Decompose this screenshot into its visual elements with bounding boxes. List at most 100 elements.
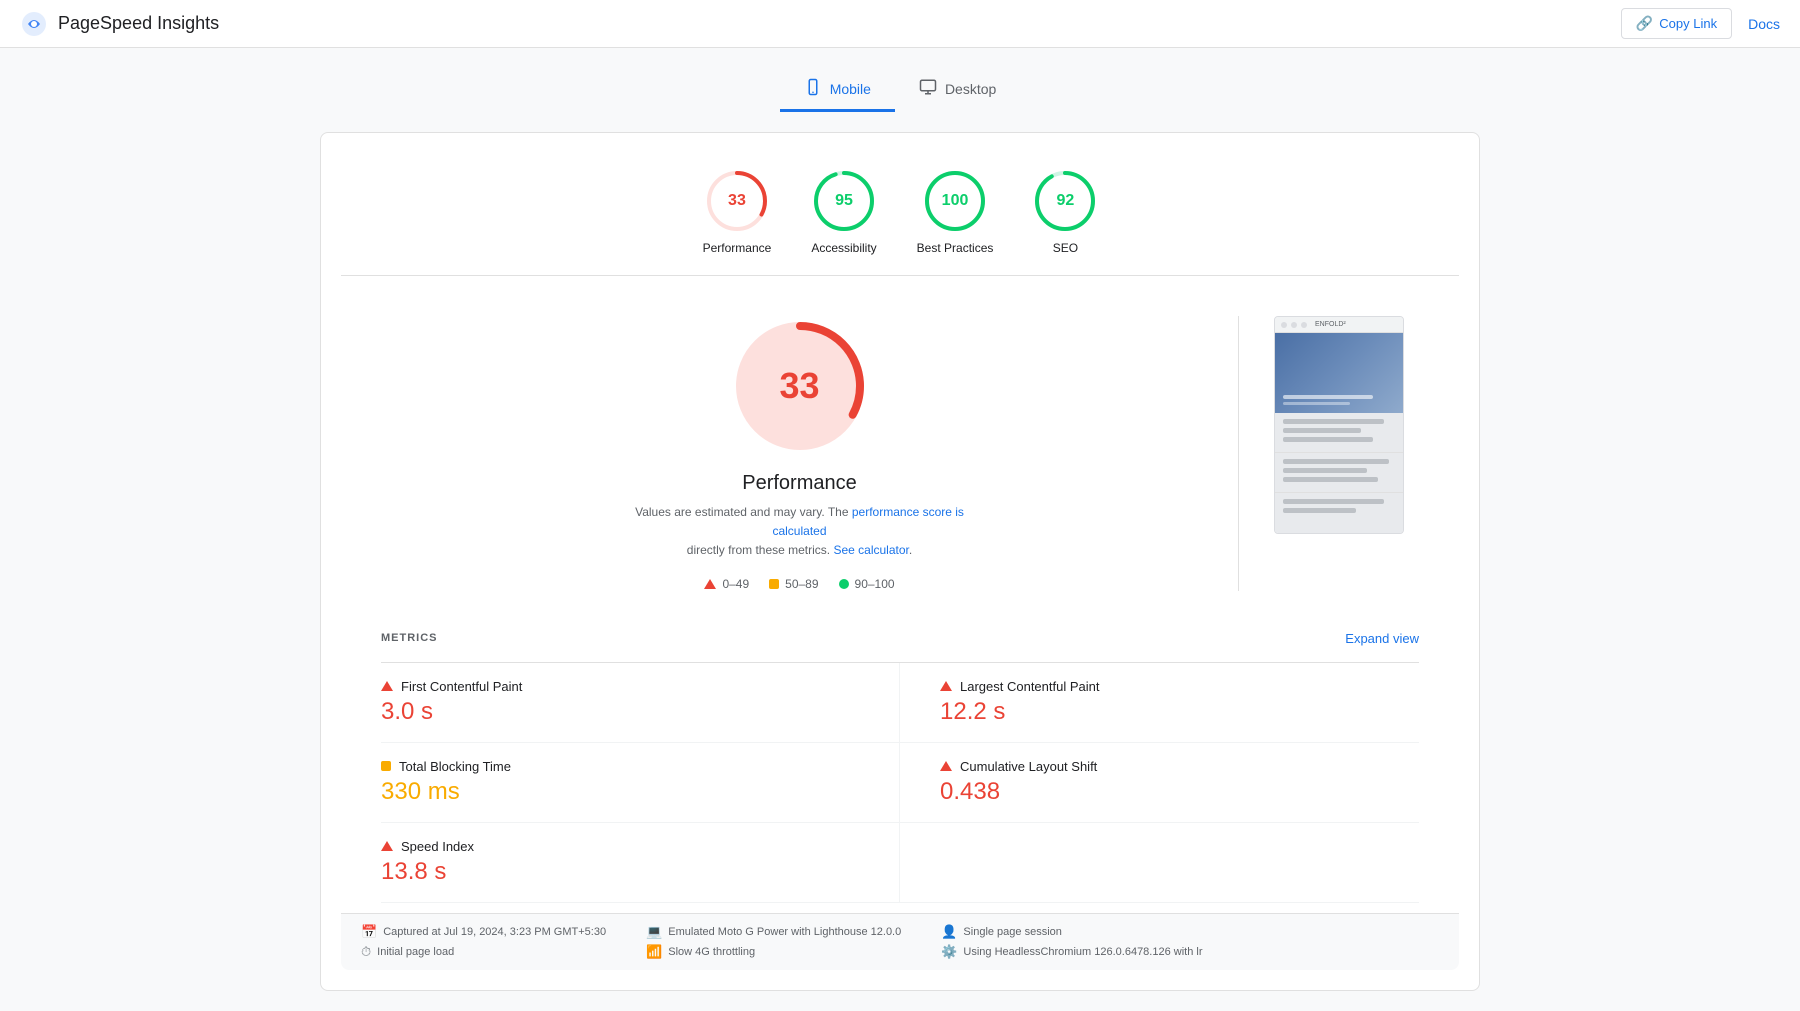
cls-value: 0.438 — [940, 778, 1419, 806]
tbt-value: 330 ms — [381, 778, 859, 806]
throttling-text: Slow 4G throttling — [668, 946, 755, 958]
best-practices-label: Best Practices — [917, 241, 994, 255]
performance-main: 33 Performance Values are estimated and … — [341, 296, 1459, 611]
section-divider — [1238, 316, 1239, 591]
info-col-capture: 📅 Captured at Jul 19, 2024, 3:23 PM GMT+… — [361, 924, 606, 960]
desktop-icon — [919, 78, 937, 99]
pass-icon — [839, 579, 849, 589]
performance-section-title: Performance — [742, 472, 857, 495]
metric-cls: Cumulative Layout Shift 0.438 — [900, 743, 1419, 823]
screenshot-container: ENFOLD² — [1259, 316, 1419, 591]
calendar-icon: 📅 — [361, 924, 377, 940]
fcp-indicator — [381, 681, 393, 691]
main-card: 33 Performance 95 Accessibility — [320, 132, 1480, 991]
thumb-line-2 — [1283, 428, 1361, 433]
fcp-name: First Contentful Paint — [401, 679, 522, 694]
device-text: Emulated Moto G Power with Lighthouse 12… — [668, 926, 901, 938]
tab-desktop-label: Desktop — [945, 81, 996, 97]
thumb-line-7 — [1283, 499, 1384, 504]
pagespeed-logo-icon — [20, 10, 48, 38]
pass-range: 90–100 — [855, 577, 895, 591]
main-content: Mobile Desktop 33 Performance — [300, 48, 1500, 1011]
page-load-text: Initial page load — [377, 946, 454, 958]
score-legend: 0–49 50–89 90–100 — [704, 577, 894, 591]
thumb-section-3 — [1275, 492, 1403, 523]
fail-icon — [704, 579, 716, 589]
copy-link-button[interactable]: 🔗 Copy Link — [1621, 8, 1732, 39]
score-item-performance[interactable]: 33 Performance — [703, 169, 772, 255]
info-col-session: 👤 Single page session ⚙️ Using HeadlessC… — [941, 924, 1202, 960]
session-text: Single page session — [963, 926, 1061, 938]
clock-icon: ⏱ — [361, 944, 371, 960]
seo-score: 92 — [1056, 192, 1074, 210]
metrics-header: METRICS Expand view — [381, 631, 1419, 646]
header-left: PageSpeed Insights — [20, 10, 219, 38]
accessibility-label: Accessibility — [811, 241, 876, 255]
accessibility-score: 95 — [835, 192, 853, 210]
docs-link[interactable]: Docs — [1748, 16, 1780, 32]
fcp-value: 3.0 s — [381, 698, 859, 726]
thumb-line-1 — [1283, 419, 1384, 424]
thumb-line-3 — [1283, 437, 1373, 442]
metrics-grid: First Contentful Paint 3.0 s Largest Con… — [381, 662, 1419, 903]
big-performance-score: 33 — [779, 365, 819, 407]
info-bar: 📅 Captured at Jul 19, 2024, 3:23 PM GMT+… — [341, 913, 1459, 970]
big-performance-circle: 33 — [730, 316, 870, 456]
expand-view-button[interactable]: Expand view — [1345, 631, 1419, 646]
metric-tbt-label-row: Total Blocking Time — [381, 759, 859, 774]
performance-description: Values are estimated and may vary. The p… — [620, 503, 980, 561]
browser-text: Using HeadlessChromium 126.0.6478.126 wi… — [963, 946, 1202, 958]
legend-pass: 90–100 — [839, 577, 895, 591]
best-practices-circle: 100 — [923, 169, 987, 233]
thumb-section-2 — [1275, 452, 1403, 492]
si-indicator — [381, 841, 393, 851]
score-item-accessibility[interactable]: 95 Accessibility — [811, 169, 876, 255]
thumb-content — [1275, 333, 1403, 533]
si-value: 13.8 s — [381, 858, 859, 886]
scores-row: 33 Performance 95 Accessibility — [341, 153, 1459, 276]
cls-name: Cumulative Layout Shift — [960, 759, 1097, 774]
metrics-section: METRICS Expand view First Contentful Pai… — [341, 631, 1459, 903]
copy-link-label: Copy Link — [1659, 16, 1717, 31]
lcp-name: Largest Contentful Paint — [960, 679, 1099, 694]
metric-si: Speed Index 13.8 s — [381, 823, 900, 903]
metric-empty — [900, 823, 1419, 903]
thumb-site-name: ENFOLD² — [1315, 321, 1346, 328]
tbt-indicator — [381, 761, 391, 771]
thumb-browser-bar: ENFOLD² — [1275, 317, 1403, 333]
tab-desktop[interactable]: Desktop — [895, 68, 1020, 112]
info-capture-date: 📅 Captured at Jul 19, 2024, 3:23 PM GMT+… — [361, 924, 606, 940]
app-title: PageSpeed Insights — [58, 13, 219, 34]
tbt-name: Total Blocking Time — [399, 759, 511, 774]
thumb-line-8 — [1283, 508, 1356, 513]
metric-lcp-label-row: Largest Contentful Paint — [940, 679, 1419, 694]
tabs-container: Mobile Desktop — [320, 68, 1480, 112]
lcp-indicator — [940, 681, 952, 691]
metric-si-label-row: Speed Index — [381, 839, 859, 854]
metric-fcp-label-row: First Contentful Paint — [381, 679, 859, 694]
see-calculator-link[interactable]: See calculator — [833, 543, 908, 557]
cls-indicator — [940, 761, 952, 771]
capture-date-text: Captured at Jul 19, 2024, 3:23 PM GMT+5:… — [383, 926, 606, 938]
mobile-icon — [804, 78, 822, 99]
metric-tbt: Total Blocking Time 330 ms — [381, 743, 900, 823]
thumb-line-4 — [1283, 459, 1389, 464]
performance-circle: 33 — [705, 169, 769, 233]
tab-mobile[interactable]: Mobile — [780, 68, 895, 112]
header: PageSpeed Insights 🔗 Copy Link Docs — [0, 0, 1800, 48]
score-item-seo[interactable]: 92 SEO — [1033, 169, 1097, 255]
info-page-load: ⏱ Initial page load — [361, 944, 606, 960]
info-device: 💻 Emulated Moto G Power with Lighthouse … — [646, 924, 901, 940]
info-col-emulation: 💻 Emulated Moto G Power with Lighthouse … — [646, 924, 901, 960]
thumb-dot-3 — [1301, 322, 1307, 328]
thumb-line-5 — [1283, 468, 1367, 473]
lcp-value: 12.2 s — [940, 698, 1419, 726]
metric-lcp: Largest Contentful Paint 12.2 s — [900, 663, 1419, 743]
thumb-text-area — [1275, 413, 1403, 452]
metric-fcp: First Contentful Paint 3.0 s — [381, 663, 900, 743]
thumb-dot-1 — [1281, 322, 1287, 328]
legend-average: 50–89 — [769, 577, 818, 591]
info-throttling: 📶 Slow 4G throttling — [646, 944, 901, 960]
score-item-best-practices[interactable]: 100 Best Practices — [917, 169, 994, 255]
performance-label: Performance — [703, 241, 772, 255]
